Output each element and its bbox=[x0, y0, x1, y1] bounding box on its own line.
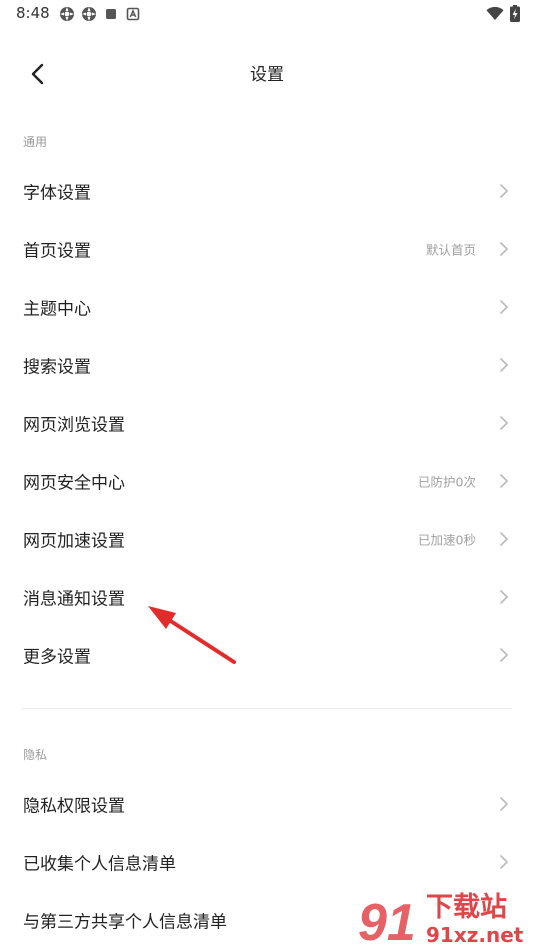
a-badge-icon bbox=[126, 7, 140, 21]
settings-item-acceleration[interactable]: 网页加速设置 已加速0秒 bbox=[0, 510, 534, 568]
chevron-right-icon bbox=[500, 855, 508, 869]
square-icon bbox=[106, 9, 116, 19]
settings-item-theme-center[interactable]: 主题中心 bbox=[0, 278, 534, 336]
wifi-icon bbox=[486, 6, 504, 20]
settings-item-browsing[interactable]: 网页浏览设置 bbox=[0, 394, 534, 452]
chevron-right-icon bbox=[500, 648, 508, 662]
status-bar: 8:48 bbox=[0, 0, 534, 28]
section-title-general: 通用 bbox=[23, 135, 48, 149]
chevron-right-icon bbox=[500, 416, 508, 430]
status-system-icons bbox=[486, 5, 520, 22]
settings-item-label: 更多设置 bbox=[23, 647, 91, 668]
settings-item-font[interactable]: 字体设置 bbox=[0, 162, 534, 220]
settings-item-homepage[interactable]: 首页设置 默认首页 bbox=[0, 220, 534, 278]
settings-item-privacy-permissions[interactable]: 隐私权限设置 bbox=[0, 775, 534, 833]
settings-item-value: 已防护0次 bbox=[418, 474, 476, 490]
settings-item-label: 隐私权限设置 bbox=[23, 796, 125, 817]
page-title: 设置 bbox=[250, 65, 284, 85]
chevron-right-icon bbox=[500, 797, 508, 811]
settings-item-label: 首页设置 bbox=[23, 241, 91, 262]
settings-item-label: 字体设置 bbox=[23, 183, 91, 204]
chevron-right-icon bbox=[500, 358, 508, 372]
top-nav-bar: 设置 bbox=[0, 48, 534, 98]
settings-item-label: 网页安全中心 bbox=[23, 473, 125, 494]
settings-item-label: 搜索设置 bbox=[23, 357, 91, 378]
settings-item-label: 网页浏览设置 bbox=[23, 415, 125, 436]
settings-item-label: 主题中心 bbox=[23, 299, 91, 320]
watermark-logo: 91 下载站 91xz.net bbox=[358, 892, 524, 948]
settings-item-collected-info[interactable]: 已收集个人信息清单 bbox=[0, 833, 534, 891]
chevron-right-icon bbox=[500, 242, 508, 256]
battery-charging-icon bbox=[510, 5, 520, 22]
settings-flower-icon bbox=[60, 7, 74, 21]
settings-item-more[interactable]: 更多设置 bbox=[0, 626, 534, 684]
section-title-privacy: 隐私 bbox=[23, 748, 48, 762]
chevron-right-icon bbox=[500, 184, 508, 198]
settings-item-label: 与第三方共享个人信息清单 bbox=[23, 912, 227, 933]
watermark-brand: 下载站 bbox=[426, 892, 507, 923]
settings-item-label: 网页加速设置 bbox=[23, 531, 125, 552]
chevron-right-icon bbox=[500, 474, 508, 488]
chevron-right-icon bbox=[500, 590, 508, 604]
settings-item-label: 消息通知设置 bbox=[23, 589, 125, 610]
settings-item-notifications[interactable]: 消息通知设置 bbox=[0, 568, 534, 626]
settings-item-value: 默认首页 bbox=[425, 242, 476, 258]
settings-item-search[interactable]: 搜索设置 bbox=[0, 336, 534, 394]
chevron-right-icon bbox=[500, 532, 508, 546]
status-time: 8:48 bbox=[16, 4, 50, 22]
section-divider bbox=[22, 708, 512, 709]
settings-item-security-center[interactable]: 网页安全中心 已防护0次 bbox=[0, 452, 534, 510]
status-notification-icons bbox=[59, 6, 141, 22]
settings-item-label: 已收集个人信息清单 bbox=[23, 854, 176, 875]
settings-item-value: 已加速0秒 bbox=[418, 532, 476, 548]
chevron-right-icon bbox=[500, 300, 508, 314]
watermark-site: 91xz.net bbox=[426, 923, 524, 947]
watermark-logo-mark: 91 bbox=[358, 894, 416, 948]
settings-flower-icon bbox=[82, 7, 96, 21]
